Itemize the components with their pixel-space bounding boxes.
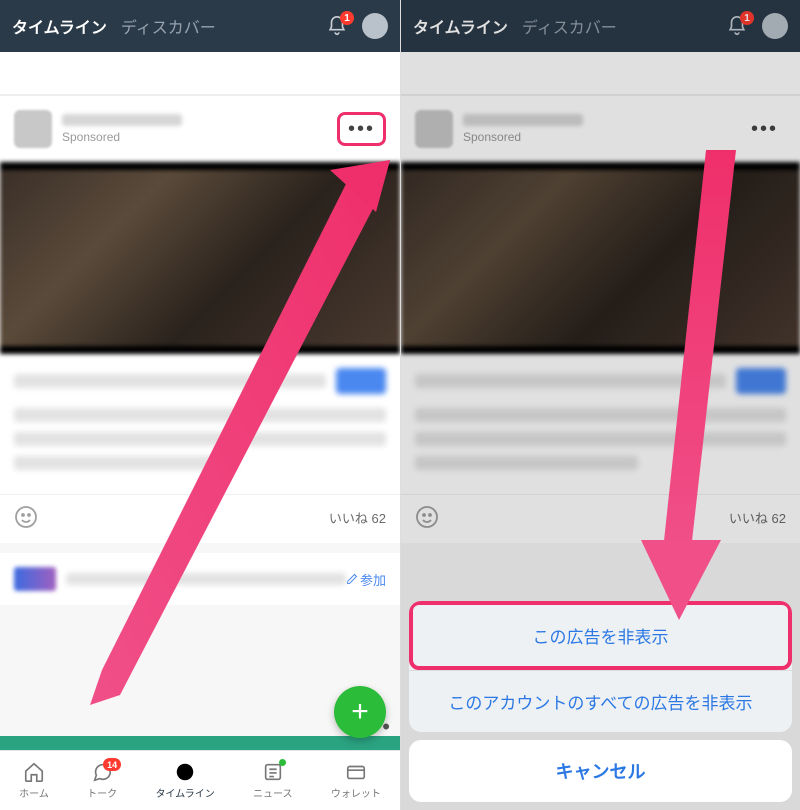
post-text-line	[14, 456, 237, 470]
tab-discover[interactable]: ディスカバー	[121, 14, 216, 38]
next-post-preview[interactable]: 参加	[0, 553, 400, 605]
tab-timeline-bottom[interactable]: タイムライン	[155, 761, 214, 800]
sponsored-post: Sponsored ••• いいね 62	[0, 96, 400, 543]
sheet-cancel[interactable]: キャンセル	[409, 740, 792, 802]
sponsored-label: Sponsored	[463, 130, 743, 144]
likes-count[interactable]: いいね 62	[329, 508, 386, 527]
post-author-name[interactable]	[62, 114, 182, 126]
post-author-avatar[interactable]	[14, 110, 52, 148]
likes-count[interactable]: いいね 62	[729, 508, 786, 527]
post-text-line	[14, 432, 386, 446]
post-cta-button[interactable]	[336, 368, 386, 394]
compose-fab[interactable]: +	[334, 686, 386, 738]
post-text-line	[14, 408, 386, 422]
news-dot	[279, 759, 286, 766]
post-text-line	[415, 456, 638, 470]
tab-wallet[interactable]: ウォレット	[331, 761, 381, 800]
screenshot-right: タイムライン ディスカバー 1 Sponsored •••	[400, 0, 800, 810]
sheet-hide-all-from-account[interactable]: このアカウントのすべての広告を非表示	[409, 670, 792, 732]
post-more-button[interactable]: •••	[337, 112, 386, 146]
app-header: タイムライン ディスカバー 1	[401, 0, 800, 52]
post-media[interactable]	[0, 162, 400, 354]
wallet-icon	[345, 761, 367, 783]
bottom-stripe	[0, 736, 400, 750]
feed-spacer	[0, 52, 400, 96]
sponsored-label: Sponsored	[62, 130, 337, 144]
smile-icon	[14, 505, 38, 529]
profile-avatar[interactable]	[362, 13, 388, 39]
tab-talk[interactable]: 14 トーク	[87, 761, 117, 800]
next-post-thumbnail	[14, 567, 56, 591]
feed-spacer	[401, 52, 800, 96]
talk-badge: 14	[103, 758, 121, 771]
edit-icon	[346, 573, 358, 585]
notifications-button[interactable]: 1	[326, 15, 348, 37]
smile-icon	[415, 505, 439, 529]
reaction-button[interactable]	[415, 505, 439, 529]
bottom-tabbar: ホーム 14 トーク タイムライン ニュース ウォレット	[0, 750, 400, 810]
home-icon	[23, 761, 45, 783]
post-author-name[interactable]	[463, 114, 583, 126]
tab-news[interactable]: ニュース	[253, 761, 293, 800]
profile-avatar[interactable]	[762, 13, 788, 39]
post-media[interactable]	[401, 162, 800, 354]
post-title	[415, 374, 726, 388]
plus-icon: +	[351, 697, 369, 727]
action-sheet: この広告を非表示 このアカウントのすべての広告を非表示 キャンセル	[409, 601, 792, 802]
post-title	[14, 374, 326, 388]
notification-badge: 1	[740, 11, 754, 25]
post-text-line	[415, 408, 786, 422]
next-post-text	[66, 573, 346, 585]
reaction-button[interactable]	[14, 505, 38, 529]
tab-timeline[interactable]: タイムライン	[12, 14, 107, 38]
post-more-button[interactable]: •••	[743, 115, 786, 143]
notification-badge: 1	[340, 11, 354, 25]
tab-timeline[interactable]: タイムライン	[413, 14, 508, 38]
notifications-button[interactable]: 1	[726, 15, 748, 37]
tab-home[interactable]: ホーム	[19, 761, 49, 800]
post-cta-button[interactable]	[736, 368, 786, 394]
screenshot-left: タイムライン ディスカバー 1 Sponsored •••	[0, 0, 400, 810]
tab-discover[interactable]: ディスカバー	[522, 14, 617, 38]
post-author-avatar[interactable]	[415, 110, 453, 148]
sponsored-post: Sponsored ••• いいね 62	[401, 96, 800, 543]
join-button[interactable]: 参加	[346, 570, 386, 589]
app-header: タイムライン ディスカバー 1	[0, 0, 400, 52]
sheet-hide-this-ad[interactable]: この広告を非表示	[409, 601, 792, 670]
timeline-icon	[174, 761, 196, 783]
post-text-line	[415, 432, 786, 446]
